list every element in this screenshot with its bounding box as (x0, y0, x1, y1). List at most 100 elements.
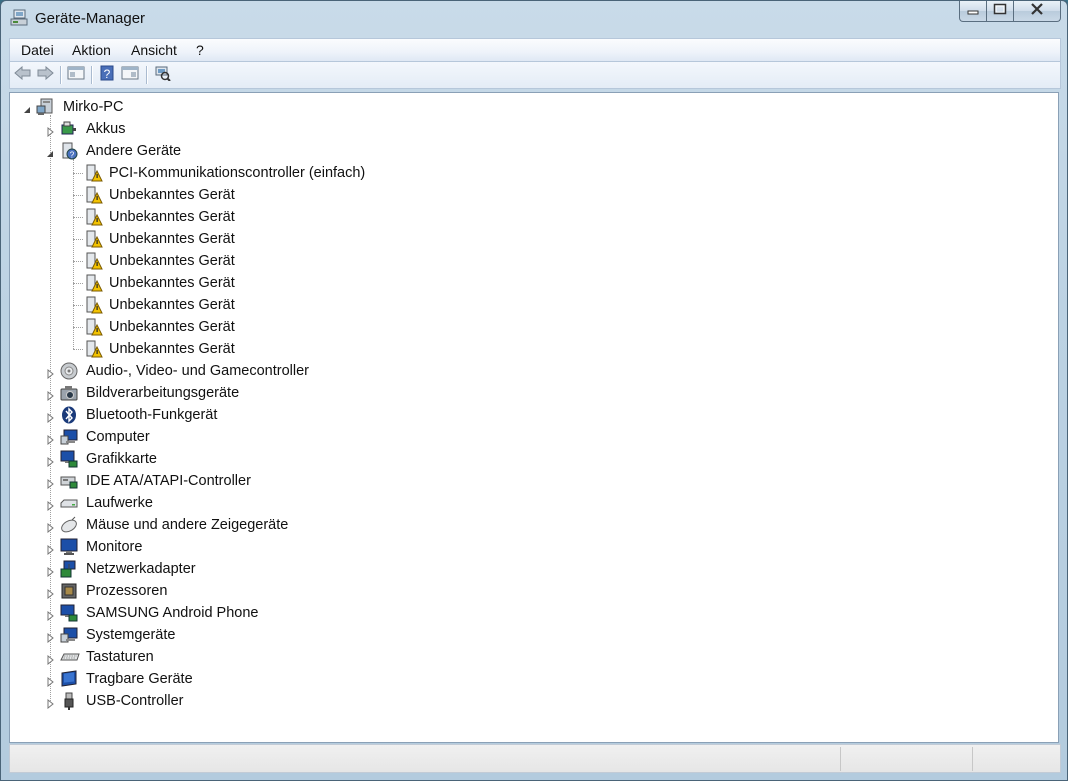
device-tree[interactable]: Mirko-PC Akkus ? Andere Geräte PCI-Kommu… (9, 92, 1059, 743)
tree-item-laufwerke[interactable]: Laufwerke (10, 492, 1058, 514)
menu-ansicht[interactable]: Ansicht (131, 42, 177, 58)
tree-item-systemgeraete[interactable]: Systemgeräte (10, 624, 1058, 646)
tree-connector (73, 195, 83, 196)
tree-item-bildverarbeitung[interactable]: Bildverarbeitungsgeräte (10, 382, 1058, 404)
tree-item-akkus[interactable]: Akkus (10, 118, 1058, 140)
tree-item-audio[interactable]: Audio-, Video- und Gamecontroller (10, 360, 1058, 382)
expand-arrow-icon[interactable] (45, 520, 55, 534)
tree-child-device[interactable]: Unbekanntes Gerät (10, 184, 1058, 206)
back-button[interactable] (13, 65, 33, 85)
expand-arrow-icon[interactable] (45, 366, 55, 380)
tree-child-device[interactable]: Unbekanntes Gerät (10, 250, 1058, 272)
expand-arrow-icon[interactable] (45, 630, 55, 644)
device-manager-window: Geräte-Manager Datei Aktion Ansicht ? ? … (0, 0, 1068, 781)
tree-connector (73, 239, 83, 240)
expand-arrow-icon[interactable] (45, 454, 55, 468)
usb-icon (60, 692, 78, 710)
tree-item-tastaturen[interactable]: Tastaturen (10, 646, 1058, 668)
tree-child-label: Unbekanntes Gerät (109, 319, 235, 335)
help-button[interactable]: ? (97, 65, 117, 84)
computer-icon (36, 98, 54, 116)
tree-item-netzwerkadapter[interactable]: Netzwerkadapter (10, 558, 1058, 580)
tree-item-label: Netzwerkadapter (86, 561, 196, 577)
tree-item-prozessoren[interactable]: Prozessoren (10, 580, 1058, 602)
forward-button[interactable] (35, 65, 55, 85)
tree-child-device[interactable]: Unbekanntes Gerät (10, 272, 1058, 294)
tree-item-andere-geraete[interactable]: ? Andere Geräte (10, 140, 1058, 162)
tree-connector (73, 283, 83, 284)
expand-arrow-icon[interactable] (45, 674, 55, 688)
expand-arrow-icon[interactable] (45, 410, 55, 424)
menu-aktion[interactable]: Aktion (72, 42, 111, 58)
tree-child-label: Unbekanntes Gerät (109, 253, 235, 269)
tree-item-bluetooth[interactable]: Bluetooth-Funkgerät (10, 404, 1058, 426)
view-icon (121, 66, 139, 85)
tree-item-maeuse[interactable]: Mäuse und andere Zeigegeräte (10, 514, 1058, 536)
expand-arrow-icon[interactable] (45, 432, 55, 446)
expand-arrow-icon[interactable] (45, 388, 55, 402)
expand-arrow-icon[interactable] (45, 564, 55, 578)
tree-child-device[interactable]: Unbekanntes Gerät (10, 294, 1058, 316)
collapse-arrow-icon[interactable] (22, 102, 32, 113)
tree-item-label: Grafikkarte (86, 451, 157, 467)
warning-device-icon (85, 164, 103, 182)
tree-item-grafikkarte[interactable]: Grafikkarte (10, 448, 1058, 470)
menu-datei[interactable]: Datei (21, 42, 54, 58)
tree-item-label: Mäuse und andere Zeigegeräte (86, 517, 289, 533)
tree-child-device[interactable]: Unbekanntes Gerät (10, 316, 1058, 338)
forward-arrow-icon (36, 65, 54, 85)
disk-drive-icon (60, 494, 78, 512)
expand-arrow-icon[interactable] (45, 586, 55, 600)
properties-pane-button[interactable] (66, 66, 86, 84)
back-arrow-icon (14, 65, 32, 85)
tree-child-device[interactable]: PCI-Kommunikationscontroller (einfach) (10, 162, 1058, 184)
expand-arrow-icon[interactable] (45, 652, 55, 666)
title-bar[interactable]: Geräte-Manager (1, 1, 1067, 35)
tree-connector (73, 217, 83, 218)
close-button[interactable] (1014, 1, 1061, 22)
tree-item-label: Computer (86, 429, 150, 445)
tree-item-label: USB-Controller (86, 693, 184, 709)
collapse-arrow-icon[interactable] (45, 146, 55, 157)
maximize-button[interactable] (987, 1, 1014, 22)
expand-arrow-icon[interactable] (45, 696, 55, 710)
tree-item-samsung[interactable]: SAMSUNG Android Phone (10, 602, 1058, 624)
view-button[interactable] (120, 66, 140, 84)
warning-device-icon (85, 296, 103, 314)
tree-child-label: Unbekanntes Gerät (109, 297, 235, 313)
scan-hardware-button[interactable] (152, 66, 172, 84)
portable-device-icon (60, 670, 78, 688)
tree-child-device[interactable]: Unbekanntes Gerät (10, 338, 1058, 360)
close-icon (1030, 2, 1044, 20)
computer-icon (60, 428, 78, 446)
status-separator (972, 747, 973, 771)
tree-item-ide[interactable]: IDE ATA/ATAPI-Controller (10, 470, 1058, 492)
tree-item-usb[interactable]: USB-Controller (10, 690, 1058, 712)
unknown-device-icon: ? (60, 142, 78, 160)
tree-child-label: Unbekanntes Gerät (109, 275, 235, 291)
toolbar-separator (146, 66, 148, 84)
speaker-icon (60, 362, 78, 380)
toolbar-separator (91, 66, 93, 84)
expand-arrow-icon[interactable] (45, 476, 55, 490)
expand-arrow-icon[interactable] (45, 608, 55, 622)
tree-item-tragbare[interactable]: Tragbare Geräte (10, 668, 1058, 690)
maximize-icon (993, 2, 1007, 20)
tree-root[interactable]: Mirko-PC (10, 96, 1058, 118)
minimize-button[interactable] (959, 1, 987, 22)
menu-help[interactable]: ? (196, 42, 204, 58)
tree-item-monitore[interactable]: Monitore (10, 536, 1058, 558)
warning-device-icon (85, 318, 103, 336)
tree-connector (73, 261, 83, 262)
expand-arrow-icon[interactable] (45, 542, 55, 556)
tree-item-computer[interactable]: Computer (10, 426, 1058, 448)
expand-arrow-icon[interactable] (45, 498, 55, 512)
tree-child-device[interactable]: Unbekanntes Gerät (10, 206, 1058, 228)
tree-item-label: Laufwerke (86, 495, 153, 511)
tree-connector (73, 173, 83, 174)
tree-item-label: Andere Geräte (86, 143, 182, 159)
tree-item-label: Audio-, Video- und Gamecontroller (86, 363, 309, 379)
expand-arrow-icon[interactable] (45, 124, 55, 138)
tree-child-device[interactable]: Unbekanntes Gerät (10, 228, 1058, 250)
status-bar (9, 744, 1061, 773)
